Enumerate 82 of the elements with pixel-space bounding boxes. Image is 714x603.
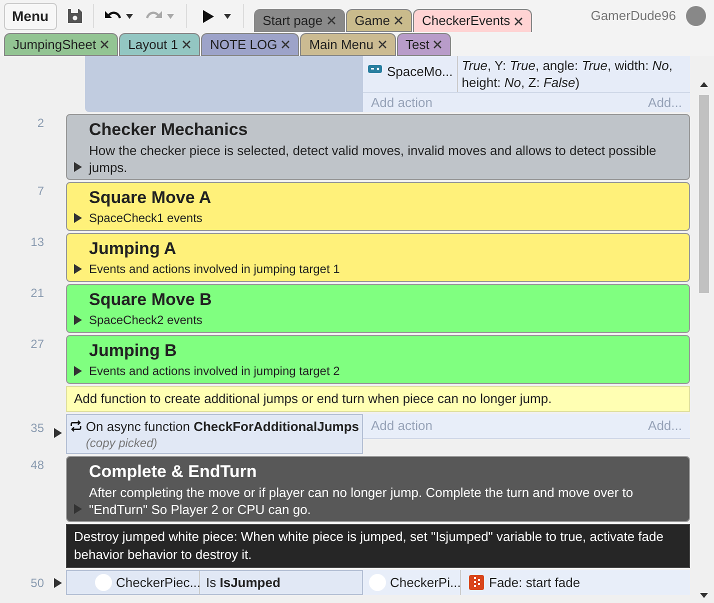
condition-text: Is IsJumped xyxy=(205,574,282,592)
group-description: SpaceCheck2 events xyxy=(89,312,204,329)
close-icon[interactable] xyxy=(433,40,442,49)
expand-triangle-icon[interactable] xyxy=(54,428,62,438)
line-number: 7 xyxy=(37,184,44,198)
line-number: 35 xyxy=(30,420,44,437)
tab-label: Main Menu xyxy=(309,36,374,54)
object-name: CheckerPiec... xyxy=(116,574,201,592)
avatar-icon[interactable] xyxy=(686,6,706,26)
tab-label: Test xyxy=(406,36,430,54)
line-number: 50 xyxy=(30,574,44,592)
close-icon[interactable] xyxy=(514,16,524,26)
scroll-up-icon[interactable] xyxy=(700,82,708,87)
menu-button[interactable]: Menu xyxy=(4,2,57,30)
save-icon[interactable] xyxy=(66,8,83,24)
editor-tab[interactable]: Game xyxy=(346,9,412,32)
group-title: Jumping A xyxy=(89,238,178,260)
user-name: GamerDude96 xyxy=(590,7,676,26)
scrollbar-thumb[interactable] xyxy=(699,95,709,293)
editor-tab[interactable]: Test xyxy=(396,33,452,56)
action-text: Fade: start fade xyxy=(488,574,582,592)
expand-triangle-icon[interactable] xyxy=(74,264,82,274)
object-name: SpaceMo... xyxy=(387,63,453,81)
group-description: Events and actions involved in jumping target 2 xyxy=(89,363,340,380)
tab-label: Layout 1 xyxy=(128,36,178,54)
group-description: Events and actions involved in jumping target 1 xyxy=(89,261,340,278)
group-title: Complete & EndTurn xyxy=(89,461,258,483)
event-group[interactable]: Jumping B Events and actions involved in jumping target 2 xyxy=(66,335,690,384)
group-title: Jumping B xyxy=(89,340,178,362)
play-icon[interactable] xyxy=(202,10,214,22)
group-description: After completing the move or if player can no longer jump. Complete the turn and move over to "EndTurn" So Player 2 or CPU can go. xyxy=(89,484,634,518)
condition-panel[interactable]: On async function CheckForAdditionalJumps (copy picked) xyxy=(66,414,363,454)
tab-label: Game xyxy=(354,12,390,30)
expand-triangle-icon[interactable] xyxy=(74,162,82,172)
group-title: Square Move A xyxy=(89,187,212,209)
expand-triangle-icon[interactable] xyxy=(54,578,62,588)
close-icon[interactable] xyxy=(281,40,290,49)
close-icon[interactable] xyxy=(378,40,386,49)
editor-tab[interactable]: CheckerEvents xyxy=(412,9,532,32)
editor-tab[interactable]: Start page xyxy=(254,9,345,32)
close-icon[interactable] xyxy=(394,16,403,25)
piece-icon xyxy=(95,574,112,591)
object-name: CheckerPi... xyxy=(390,574,461,592)
editor-tab[interactable]: Main Menu xyxy=(300,33,396,56)
group-description: SpaceCheck1 events xyxy=(89,210,204,227)
action-text: True, Y: True, angle: True, width: No, height: No, Z: False) xyxy=(460,57,674,92)
event-group[interactable]: Complete & EndTurn After completing the move or if player can no longer jump. Complete the turn and move over to "EndTurn" So Player 2 or CPU can go. xyxy=(66,456,690,522)
condition-note: (copy picked) xyxy=(86,435,158,452)
group-description: How the checker piece is selected, detect valid moves, invalid moves and allows to detect possible jumps. xyxy=(89,142,658,176)
event-group[interactable]: Square Move A SpaceCheck1 events xyxy=(66,182,690,231)
repeat-icon xyxy=(70,418,82,434)
caret-icon[interactable] xyxy=(224,14,231,18)
comment[interactable]: Add function to create additional jumps or end turn when piece can no longer jump. xyxy=(66,386,690,412)
condition-panel[interactable]: CheckerPiec... Is IsJumped xyxy=(66,570,363,595)
line-number: 27 xyxy=(30,337,44,351)
close-icon[interactable] xyxy=(182,40,191,49)
fade-icon xyxy=(469,575,484,590)
tab-label: NOTE LOG xyxy=(210,36,278,54)
tab-label: CheckerEvents xyxy=(422,12,510,30)
tab-label: Start page xyxy=(262,12,323,30)
tab-label: JumpingSheet xyxy=(13,36,96,54)
line-number: 2 xyxy=(37,116,44,130)
condition-text: On async function CheckForAdditionalJumps xyxy=(86,418,359,435)
expand-triangle-icon[interactable] xyxy=(74,366,82,376)
group-title: Square Move B xyxy=(89,289,212,311)
line-number: 21 xyxy=(30,286,44,300)
event-group[interactable]: Jumping A Events and actions involved in jumping target 1 xyxy=(66,233,690,282)
gamepad-icon xyxy=(367,62,383,76)
comment[interactable]: Destroy jumped white piece: When white piece is jumped, set "Isjumped" variable to true, activate fade behavior behavior to destroy it. xyxy=(66,524,690,568)
caret-icon[interactable] xyxy=(126,14,133,18)
event-group[interactable]: Checker Mechanics How the checker piece is selected, detect valid moves, invalid moves and allows to detect possible jumps. xyxy=(66,114,690,180)
editor-tab[interactable]: JumpingSheet xyxy=(4,33,118,56)
editor-tab[interactable]: Layout 1 xyxy=(119,33,200,56)
scroll-down-icon[interactable] xyxy=(700,593,708,598)
group-title: Checker Mechanics xyxy=(89,119,249,141)
editor-tab[interactable]: NOTE LOG xyxy=(201,33,300,56)
expand-triangle-icon[interactable] xyxy=(74,315,82,325)
expand-triangle-icon[interactable] xyxy=(74,213,82,223)
close-icon[interactable] xyxy=(100,40,110,49)
event-group[interactable]: Square Move B SpaceCheck2 events xyxy=(66,284,690,333)
line-number: 48 xyxy=(30,458,44,472)
line-number: 13 xyxy=(30,235,44,249)
